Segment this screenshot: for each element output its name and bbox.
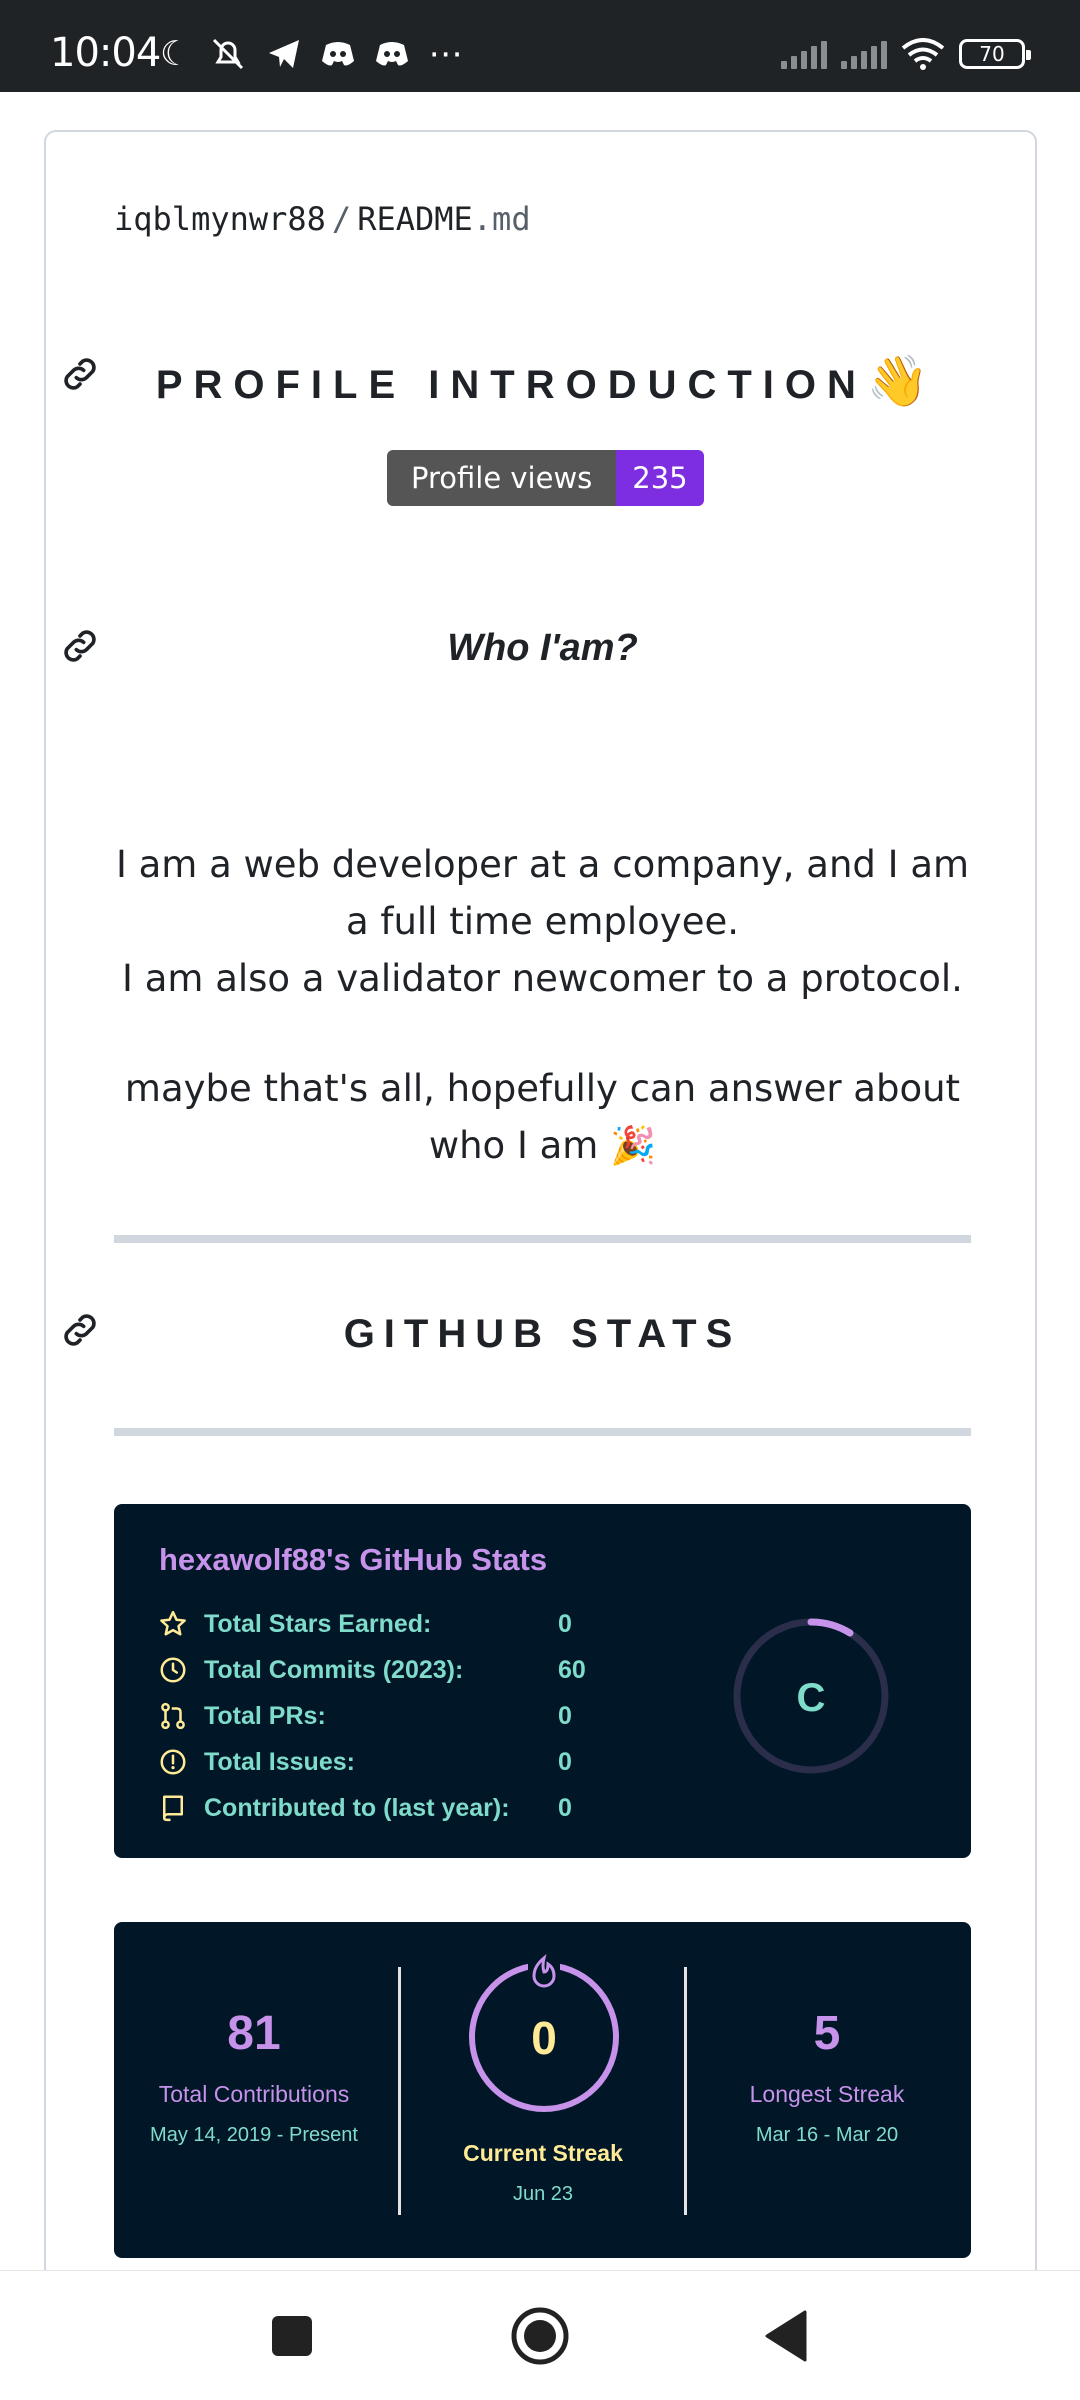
discord-icon — [322, 42, 355, 66]
stat-value: 60 — [558, 1655, 586, 1684]
stat-row-issues: Total Issues: 0 — [158, 1742, 572, 1782]
stats-card-title: hexawolf88's GitHub Stats — [159, 1542, 548, 1577]
longest-streak-range: Mar 16 - Mar 20 — [755, 2124, 899, 2146]
breadcrumb-separator: / — [331, 200, 352, 238]
profile-introduction-heading: PROFILE INTRODUCTION👋 — [46, 352, 1035, 411]
stat-value: 0 — [558, 1747, 572, 1776]
stat-row-contributed: Contributed to (last year): 0 — [158, 1788, 572, 1828]
who-heading: Who I'am? — [447, 627, 638, 669]
telegram-icon — [269, 40, 300, 68]
rank-ring: C — [733, 1618, 889, 1774]
current-streak-date: Jun 23 — [512, 2183, 574, 2205]
star-icon — [160, 1610, 186, 1636]
muted-bell-icon — [213, 38, 244, 70]
github-stats-card: hexawolf88's GitHub Stats Total Stars Ea… — [114, 1504, 971, 1858]
breadcrumb: iqblmynwr88/README.md — [114, 200, 531, 238]
status-notification-icons: ☾ ⋯ — [160, 34, 462, 74]
battery-level: 70 — [979, 42, 1005, 66]
home-button[interactable] — [510, 2306, 570, 2366]
more-notifications-icon: ⋯ — [428, 34, 463, 74]
divider — [114, 1235, 971, 1243]
longest-streak: 5 Longest Streak Mar 16 - Mar 20 — [687, 2006, 967, 2147]
stat-label: Contributed to (last year): — [204, 1793, 510, 1822]
longest-streak-value: 5 — [813, 2007, 841, 2060]
file-name: README — [357, 200, 473, 238]
book-icon — [163, 1795, 183, 1822]
status-system-icons: 70 — [781, 38, 1031, 70]
stat-value: 0 — [558, 1793, 572, 1822]
stat-label: Total Issues: — [204, 1747, 355, 1776]
total-contributions: 81 Total Contributions May 14, 2019 - Pr… — [114, 2006, 394, 2147]
current-streak-ring: 0 — [469, 1954, 619, 2112]
pull-request-icon — [161, 1702, 185, 1730]
current-streak-label: Current Streak — [463, 2140, 623, 2166]
issue-icon — [160, 1749, 186, 1775]
streak-stats-card: 81 Total Contributions May 14, 2019 - Pr… — [114, 1922, 971, 2258]
party-popper-emoji: 🎉 — [610, 1124, 657, 1167]
wifi-icon — [901, 38, 945, 70]
file-extension: .md — [472, 200, 531, 238]
moon-icon: ☾ — [160, 34, 191, 74]
battery-icon: 70 — [959, 39, 1031, 69]
paragraph-line: I am a web developer at a company, and I… — [115, 843, 970, 943]
signal-icon — [781, 39, 827, 69]
stat-value: 0 — [558, 1701, 572, 1730]
closing-paragraph: maybe that's all, hopefully can answer a… — [114, 1060, 971, 1174]
stat-label: Total PRs: — [204, 1701, 326, 1730]
signal-icon — [841, 39, 887, 69]
total-contributions-range: May 14, 2019 - Present — [150, 2124, 358, 2146]
paragraph-line: maybe that's all, hopefully can answer a… — [124, 1067, 961, 1167]
current-streak: Current Streak Jun 23 — [403, 2140, 683, 2206]
paragraph-line: I am also a validator newcomer to a prot… — [122, 957, 963, 1000]
navigation-bar — [0, 2270, 1080, 2400]
longest-streak-label: Longest Streak — [749, 2081, 905, 2107]
stat-row-prs: Total PRs: 0 — [158, 1696, 572, 1736]
stat-row-commits: Total Commits (2023): 60 — [158, 1650, 586, 1690]
intro-paragraph: I am a web developer at a company, and I… — [114, 836, 971, 1007]
badge-label: Profile views — [387, 450, 617, 506]
recents-button[interactable] — [262, 2306, 322, 2366]
stat-label: Total Commits (2023): — [204, 1655, 464, 1684]
total-contributions-value: 81 — [227, 2007, 281, 2060]
status-time: 10:04 — [50, 30, 161, 76]
current-streak-value: 0 — [531, 2012, 557, 2064]
profile-views-badge: Profile views 235 — [387, 450, 704, 506]
waving-hand-emoji: 👋 — [866, 353, 930, 409]
repo-owner-link[interactable]: iqblmynwr88 — [114, 200, 326, 238]
github-stats-heading: GITHUB STATS — [343, 1312, 742, 1356]
status-bar: 10:04 ☾ ⋯ 70 — [0, 0, 1080, 92]
readme-card: iqblmynwr88/README.md PROFILE INTRODUCTI… — [44, 130, 1037, 2280]
stat-value: 0 — [558, 1609, 572, 1638]
heading-text: PROFILE INTRODUCTION — [155, 363, 867, 407]
streak-divider — [398, 1967, 401, 2215]
total-contributions-label: Total Contributions — [158, 2081, 350, 2107]
stat-label: Total Stars Earned: — [204, 1609, 432, 1638]
stat-row-stars: Total Stars Earned: 0 — [158, 1604, 572, 1644]
clock-icon — [160, 1657, 186, 1683]
rank-letter: C — [797, 1676, 826, 1720]
badge-count: 235 — [616, 450, 704, 506]
back-button[interactable] — [757, 2306, 817, 2366]
discord-icon — [376, 42, 409, 66]
divider — [114, 1428, 971, 1436]
